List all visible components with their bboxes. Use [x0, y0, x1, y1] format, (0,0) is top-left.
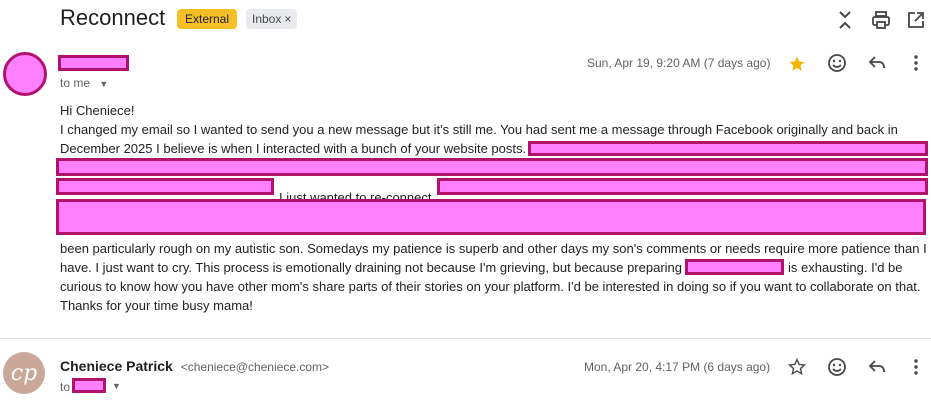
print-icon[interactable] [869, 8, 893, 32]
recipients-toggle-2[interactable]: to [60, 380, 70, 394]
greeting-text: Hi Cheniece! [60, 103, 135, 118]
email-subject: Reconnect [60, 5, 166, 30]
sender-avatar-2[interactable]: cp [3, 352, 45, 394]
more-options-icon[interactable] [906, 356, 926, 378]
inbox-label: Inbox × [246, 9, 298, 29]
chevron-down-icon: ▼ [99, 79, 109, 89]
add-reaction-icon[interactable] [826, 356, 848, 378]
sender-avatar[interactable] [3, 52, 47, 96]
collapse-all-icon[interactable] [833, 8, 857, 32]
body-line-1: I changed my email so I wanted to send y… [60, 122, 898, 137]
body-line-9: Thanks for your time busy mama! [60, 298, 253, 313]
sender-name: Cheniece Patrick [60, 358, 173, 374]
redacted-text-6 [685, 259, 784, 275]
redacted-text-2 [56, 158, 928, 176]
recipients-toggle[interactable]: to me ▼ [60, 76, 108, 90]
redacted-text-1 [528, 141, 928, 156]
star-icon[interactable] [786, 356, 808, 378]
reply-icon[interactable] [866, 356, 888, 378]
redacted-text-4 [437, 178, 928, 195]
redacted-text-3 [56, 178, 274, 195]
sender-email: <cheniece@cheniece.com> [180, 360, 330, 374]
star-filled-icon[interactable] [786, 53, 808, 75]
inbox-label-text: Inbox [252, 12, 282, 26]
body-line-7a: have. I just want to cry. This process i… [60, 260, 682, 275]
to-me-label: to me [60, 76, 91, 90]
body-line-7b: is exhausting. I'd be [788, 260, 903, 275]
redacted-recipient [72, 378, 106, 393]
remove-label-icon[interactable]: × [284, 12, 291, 26]
to-label: to [60, 380, 71, 394]
body-line-6: been particularly rough on my autistic s… [60, 241, 927, 256]
message-divider [0, 338, 931, 339]
message-date-2: Mon, Apr 20, 4:17 PM (6 days ago) [584, 360, 771, 374]
body-line-2: December 2025 I believe is when I intera… [60, 141, 527, 156]
redacted-sender-name [58, 55, 129, 71]
more-options-icon[interactable] [906, 52, 926, 74]
open-in-new-window-icon[interactable] [904, 8, 928, 32]
add-reaction-icon[interactable] [826, 52, 848, 74]
external-label: External [177, 9, 238, 29]
redacted-text-5 [56, 199, 926, 235]
message-date: Sun, Apr 19, 9:20 AM (7 days ago) [587, 56, 771, 70]
body-line-8: curious to know how you have other mom's… [60, 279, 921, 294]
reply-icon[interactable] [866, 52, 888, 74]
chevron-down-icon[interactable]: ▼ [112, 381, 121, 391]
sender-line-2[interactable]: Cheniece Patrick <cheniece@cheniece.com> [60, 358, 329, 374]
